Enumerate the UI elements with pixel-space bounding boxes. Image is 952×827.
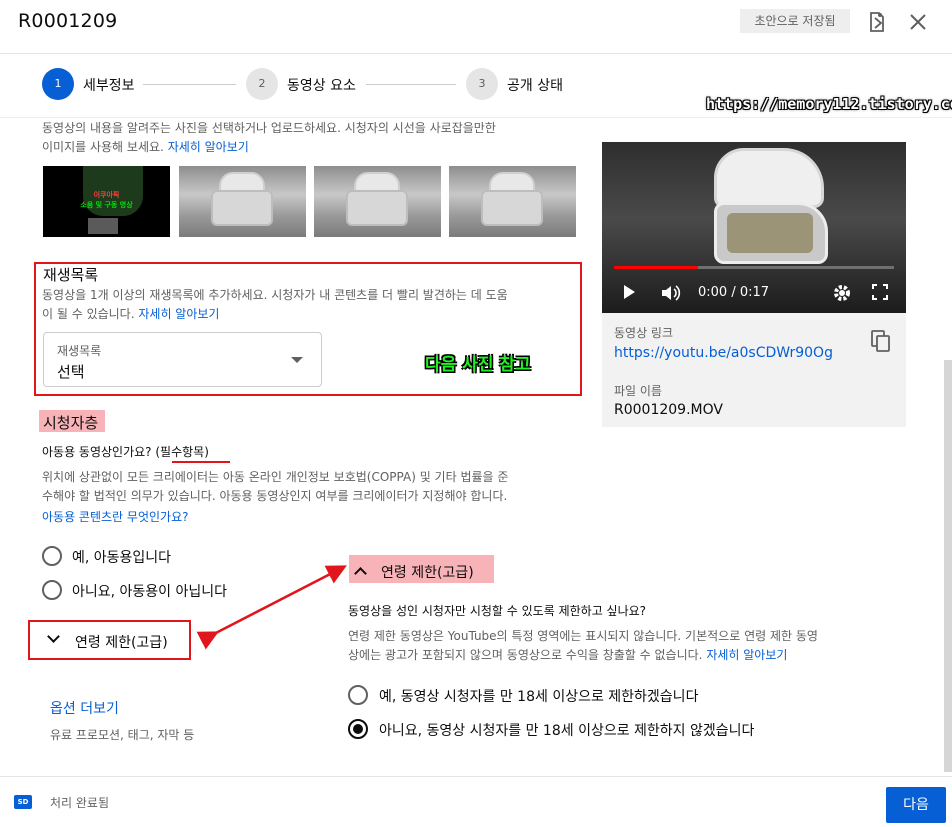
age-restriction-question: 동영상을 성인 시청자만 시청할 수 있도록 제한하고 싶나요?: [348, 604, 647, 618]
close-icon[interactable]: [906, 10, 930, 34]
step-connector: [143, 84, 236, 85]
thumbnail-option-selected[interactable]: 이쿠아픽 소음 및 구동 영상: [43, 166, 170, 237]
device-body-image: [481, 190, 543, 226]
scrollbar-thumb[interactable]: [944, 360, 952, 772]
device-body-image: [211, 190, 273, 226]
step-1-label[interactable]: 세부정보: [83, 75, 135, 95]
play-icon[interactable]: [622, 284, 636, 304]
radio-label: 아니요, 동영상 시청자를 만 18세 이상으로 제한하지 않겠습니다: [379, 723, 755, 739]
video-preview-panel: 0:00 / 0:17 동영상 링크 https://youtu.be/a0sC…: [602, 142, 906, 427]
playlist-select[interactable]: 재생목록 선택: [43, 332, 322, 387]
playlist-title: 재생목록: [43, 266, 99, 284]
sd-quality-badge: SD: [14, 795, 32, 809]
video-time: 0:00 / 0:17: [698, 285, 770, 300]
kids-content-link[interactable]: 아동용 콘텐츠란 무엇인가요?: [42, 508, 188, 525]
dialog-header: R0001209 초안으로 저장됨: [0, 0, 952, 54]
required-label: (필수항목): [155, 445, 209, 459]
playlist-learn-more-link[interactable]: 자세히 알아보기: [138, 307, 219, 321]
thumbnail-caption: 이쿠아픽: [93, 191, 120, 199]
age-restriction-toggle[interactable]: 연령 제한(고급): [75, 632, 168, 652]
video-progress-bar[interactable]: [614, 266, 698, 269]
thumbnail-description: 동영상의 내용을 알려주는 사진을 선택하거나 업로드하세요. 시청자의 시선을…: [42, 121, 496, 154]
radio-age-restrict-yes[interactable]: [348, 685, 368, 705]
step-connector: [366, 84, 456, 85]
playlist-select-value: 선택: [57, 363, 85, 381]
age-restriction-expanded-toggle[interactable]: 연령 제한(고급): [381, 562, 474, 582]
audience-question: 아동용 동영상인가요? (필수항목): [42, 445, 209, 459]
feedback-icon[interactable]: [866, 10, 890, 34]
file-name: R0001209.MOV: [614, 402, 723, 418]
step-3-label[interactable]: 공개 상태: [507, 75, 563, 95]
step-3-circle[interactable]: 3: [466, 68, 498, 100]
radio-label: 예, 동영상 시청자를 만 18세 이상으로 제한하겠습니다: [379, 689, 699, 705]
video-player[interactable]: 0:00 / 0:17: [602, 142, 906, 313]
processing-status: 처리 완료됨: [50, 796, 110, 810]
playlist-description: 동영상을 1개 이상의 재생목록에 추가하세요. 시청자가 내 콘텐츠를 더 빨…: [42, 288, 508, 321]
radio-not-made-for-kids[interactable]: [42, 580, 62, 600]
playlist-select-label: 재생목록: [57, 344, 102, 358]
audience-description: 위치에 상관없이 모든 크리에이터는 아동 온라인 개인정보 보호법(COPPA…: [42, 470, 509, 503]
step-1-circle[interactable]: 1: [42, 68, 74, 100]
thumbnail-caption: 소음 및 구동 영상: [80, 201, 133, 209]
thumbnail-option[interactable]: [449, 166, 576, 237]
audience-title: 시청자층: [43, 414, 99, 432]
age-restriction-description: 연령 제한 동영상은 YouTube의 특정 영역에는 표시되지 않습니다. 기…: [348, 629, 818, 662]
step-2-circle[interactable]: 2: [246, 68, 278, 100]
more-options-subtext: 유료 프로모션, 태그, 자막 등: [50, 728, 195, 742]
radio-label: 예, 아동용입니다: [72, 550, 172, 566]
video-link-label: 동영상 링크: [614, 326, 674, 340]
dialog-footer: SD 처리 완료됨 다음: [0, 776, 952, 827]
video-frame-body: [714, 202, 828, 264]
step-2-label[interactable]: 동영상 요소: [287, 75, 356, 95]
age-learn-more-link[interactable]: 자세히 알아보기: [706, 648, 787, 662]
video-link[interactable]: https://youtu.be/a0sCDWr90Og: [614, 345, 833, 361]
file-name-label: 파일 이름: [614, 384, 662, 398]
thumbnail-image: [88, 218, 118, 234]
thumbnail-option[interactable]: [179, 166, 306, 237]
callout-annotation: 다음 사진 참고: [425, 355, 531, 375]
settings-gear-icon[interactable]: [833, 284, 851, 306]
thumbnail-learn-more-link[interactable]: 자세히 알아보기: [168, 140, 249, 154]
radio-age-restrict-no[interactable]: [348, 719, 368, 739]
annotation-arrow-icon: [196, 565, 347, 650]
video-frame-lid: [714, 148, 824, 208]
draft-saved-badge: 초안으로 저장됨: [740, 9, 850, 33]
device-body-image: [346, 190, 408, 226]
volume-icon[interactable]: [660, 284, 682, 306]
required-underline: [172, 461, 230, 463]
thumbnail-option[interactable]: [314, 166, 441, 237]
copy-icon[interactable]: [870, 329, 892, 357]
fullscreen-icon[interactable]: [872, 284, 888, 304]
more-options-link[interactable]: 옵션 더보기: [50, 698, 119, 718]
dropdown-arrow-icon: [291, 357, 303, 363]
dialog-title: R0001209: [18, 10, 118, 32]
blog-watermark: https://memory112.tistory.com: [706, 95, 952, 113]
next-button[interactable]: 다음: [886, 787, 946, 823]
radio-made-for-kids[interactable]: [42, 546, 62, 566]
